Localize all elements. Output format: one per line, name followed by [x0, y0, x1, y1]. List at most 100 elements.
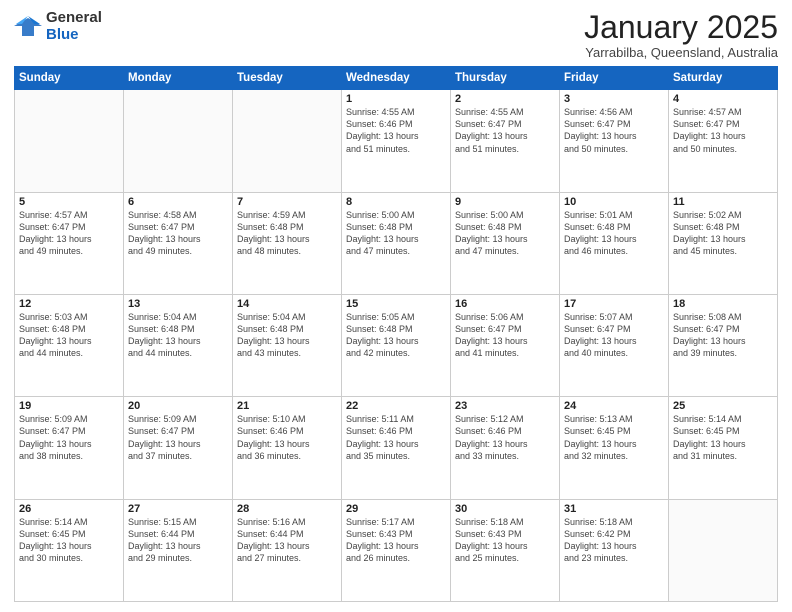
day-info: Sunrise: 5:10 AM Sunset: 6:46 PM Dayligh… [237, 413, 337, 462]
logo-general-text: General [46, 10, 102, 27]
table-row: 31Sunrise: 5:18 AM Sunset: 6:42 PM Dayli… [560, 499, 669, 601]
table-row: 10Sunrise: 5:01 AM Sunset: 6:48 PM Dayli… [560, 192, 669, 294]
day-info: Sunrise: 5:03 AM Sunset: 6:48 PM Dayligh… [19, 311, 119, 360]
table-row: 23Sunrise: 5:12 AM Sunset: 6:46 PM Dayli… [451, 397, 560, 499]
day-info: Sunrise: 4:57 AM Sunset: 6:47 PM Dayligh… [19, 209, 119, 258]
header-tuesday: Tuesday [233, 67, 342, 90]
day-info: Sunrise: 5:07 AM Sunset: 6:47 PM Dayligh… [564, 311, 664, 360]
day-number: 3 [564, 93, 664, 105]
day-number: 19 [19, 400, 119, 412]
table-row: 12Sunrise: 5:03 AM Sunset: 6:48 PM Dayli… [15, 294, 124, 396]
day-info: Sunrise: 5:01 AM Sunset: 6:48 PM Dayligh… [564, 209, 664, 258]
day-number: 24 [564, 400, 664, 412]
day-number: 17 [564, 298, 664, 310]
day-info: Sunrise: 5:06 AM Sunset: 6:47 PM Dayligh… [455, 311, 555, 360]
day-number: 29 [346, 503, 446, 515]
week-row-2: 12Sunrise: 5:03 AM Sunset: 6:48 PM Dayli… [15, 294, 778, 396]
day-number: 5 [19, 196, 119, 208]
location-subtitle: Yarrabilba, Queensland, Australia [584, 45, 778, 60]
page: General Blue January 2025 Yarrabilba, Qu… [0, 0, 792, 612]
table-row: 30Sunrise: 5:18 AM Sunset: 6:43 PM Dayli… [451, 499, 560, 601]
week-row-1: 5Sunrise: 4:57 AM Sunset: 6:47 PM Daylig… [15, 192, 778, 294]
weekday-header-row: Sunday Monday Tuesday Wednesday Thursday… [15, 67, 778, 90]
table-row [669, 499, 778, 601]
title-area: January 2025 Yarrabilba, Queensland, Aus… [584, 10, 778, 60]
table-row: 14Sunrise: 5:04 AM Sunset: 6:48 PM Dayli… [233, 294, 342, 396]
day-number: 18 [673, 298, 773, 310]
day-info: Sunrise: 5:18 AM Sunset: 6:43 PM Dayligh… [455, 516, 555, 565]
day-info: Sunrise: 5:13 AM Sunset: 6:45 PM Dayligh… [564, 413, 664, 462]
day-info: Sunrise: 5:09 AM Sunset: 6:47 PM Dayligh… [128, 413, 228, 462]
table-row [233, 90, 342, 192]
table-row: 1Sunrise: 4:55 AM Sunset: 6:46 PM Daylig… [342, 90, 451, 192]
table-row: 19Sunrise: 5:09 AM Sunset: 6:47 PM Dayli… [15, 397, 124, 499]
day-info: Sunrise: 4:55 AM Sunset: 6:47 PM Dayligh… [455, 106, 555, 155]
header-saturday: Saturday [669, 67, 778, 90]
day-number: 2 [455, 93, 555, 105]
day-number: 22 [346, 400, 446, 412]
day-number: 8 [346, 196, 446, 208]
table-row: 28Sunrise: 5:16 AM Sunset: 6:44 PM Dayli… [233, 499, 342, 601]
week-row-3: 19 Sunrise: 5:09 AM Sunset: 6:47 PM Dayli… [15, 397, 778, 499]
day-number: 23 [455, 400, 555, 412]
header-friday: Friday [560, 67, 669, 90]
calendar-table: Sunday Monday Tuesday Wednesday Thursday… [14, 66, 778, 602]
table-row: 8Sunrise: 5:00 AM Sunset: 6:48 PM Daylig… [342, 192, 451, 294]
day-number: 9 [455, 196, 555, 208]
table-row: 3Sunrise: 4:56 AM Sunset: 6:47 PM Daylig… [560, 90, 669, 192]
header-sunday: Sunday [15, 67, 124, 90]
table-row: 6Sunrise: 4:58 AM Sunset: 6:47 PM Daylig… [124, 192, 233, 294]
table-row: 27Sunrise: 5:15 AM Sunset: 6:44 PM Dayli… [124, 499, 233, 601]
month-title: January 2025 [584, 10, 778, 45]
day-info: Sunrise: 4:57 AM Sunset: 6:47 PM Dayligh… [673, 106, 773, 155]
day-info: Sunrise: 4:59 AM Sunset: 6:48 PM Dayligh… [237, 209, 337, 258]
day-number: 7 [237, 196, 337, 208]
table-row: 2Sunrise: 4:55 AM Sunset: 6:47 PM Daylig… [451, 90, 560, 192]
table-row: 15Sunrise: 5:05 AM Sunset: 6:48 PM Dayli… [342, 294, 451, 396]
table-row: 13Sunrise: 5:04 AM Sunset: 6:48 PM Dayli… [124, 294, 233, 396]
table-row: 25Sunrise: 5:14 AM Sunset: 6:45 PM Dayli… [669, 397, 778, 499]
day-number: 21 [237, 400, 337, 412]
day-info: Sunrise: 5:00 AM Sunset: 6:48 PM Dayligh… [455, 209, 555, 258]
week-row-0: 1Sunrise: 4:55 AM Sunset: 6:46 PM Daylig… [15, 90, 778, 192]
day-info: Sunrise: 5:11 AM Sunset: 6:46 PM Dayligh… [346, 413, 446, 462]
day-number: 13 [128, 298, 228, 310]
day-number: 1 [346, 93, 446, 105]
day-info: Sunrise: 5:12 AM Sunset: 6:46 PM Dayligh… [455, 413, 555, 462]
table-row: 4Sunrise: 4:57 AM Sunset: 6:47 PM Daylig… [669, 90, 778, 192]
day-info: Sunrise: 5:00 AM Sunset: 6:48 PM Dayligh… [346, 209, 446, 258]
table-row: 9Sunrise: 5:00 AM Sunset: 6:48 PM Daylig… [451, 192, 560, 294]
day-number: 12 [19, 298, 119, 310]
table-row: 20Sunrise: 5:09 AM Sunset: 6:47 PM Dayli… [124, 397, 233, 499]
top-area: General Blue January 2025 Yarrabilba, Qu… [14, 10, 778, 60]
header-monday: Monday [124, 67, 233, 90]
day-info: Sunrise: 5:16 AM Sunset: 6:44 PM Dayligh… [237, 516, 337, 565]
day-info: Sunrise: 5:05 AM Sunset: 6:48 PM Dayligh… [346, 311, 446, 360]
day-info: Sunrise: 4:55 AM Sunset: 6:46 PM Dayligh… [346, 106, 446, 155]
table-row: 24Sunrise: 5:13 AM Sunset: 6:45 PM Dayli… [560, 397, 669, 499]
table-row: 7Sunrise: 4:59 AM Sunset: 6:48 PM Daylig… [233, 192, 342, 294]
day-number: 31 [564, 503, 664, 515]
table-row: 26Sunrise: 5:14 AM Sunset: 6:45 PM Dayli… [15, 499, 124, 601]
day-info: Sunrise: 5:18 AM Sunset: 6:42 PM Dayligh… [564, 516, 664, 565]
table-row: 5Sunrise: 4:57 AM Sunset: 6:47 PM Daylig… [15, 192, 124, 294]
day-number: 20 [128, 400, 228, 412]
table-row [15, 90, 124, 192]
day-number: 28 [237, 503, 337, 515]
logo-bird-icon [14, 16, 42, 38]
table-row: 11Sunrise: 5:02 AM Sunset: 6:48 PM Dayli… [669, 192, 778, 294]
table-row: 22Sunrise: 5:11 AM Sunset: 6:46 PM Dayli… [342, 397, 451, 499]
table-row: 17Sunrise: 5:07 AM Sunset: 6:47 PM Dayli… [560, 294, 669, 396]
day-info: Sunrise: 4:56 AM Sunset: 6:47 PM Dayligh… [564, 106, 664, 155]
table-row: 18Sunrise: 5:08 AM Sunset: 6:47 PM Dayli… [669, 294, 778, 396]
day-number: 10 [564, 196, 664, 208]
day-info: Sunrise: 5:08 AM Sunset: 6:47 PM Dayligh… [673, 311, 773, 360]
day-number: 14 [237, 298, 337, 310]
day-info: Sunrise: 5:14 AM Sunset: 6:45 PM Dayligh… [19, 516, 119, 565]
day-number: 26 [19, 503, 119, 515]
table-row: 21Sunrise: 5:10 AM Sunset: 6:46 PM Dayli… [233, 397, 342, 499]
day-info: Sunrise: 5:04 AM Sunset: 6:48 PM Dayligh… [128, 311, 228, 360]
table-row [124, 90, 233, 192]
day-info: Sunrise: 5:04 AM Sunset: 6:48 PM Dayligh… [237, 311, 337, 360]
day-number: 30 [455, 503, 555, 515]
